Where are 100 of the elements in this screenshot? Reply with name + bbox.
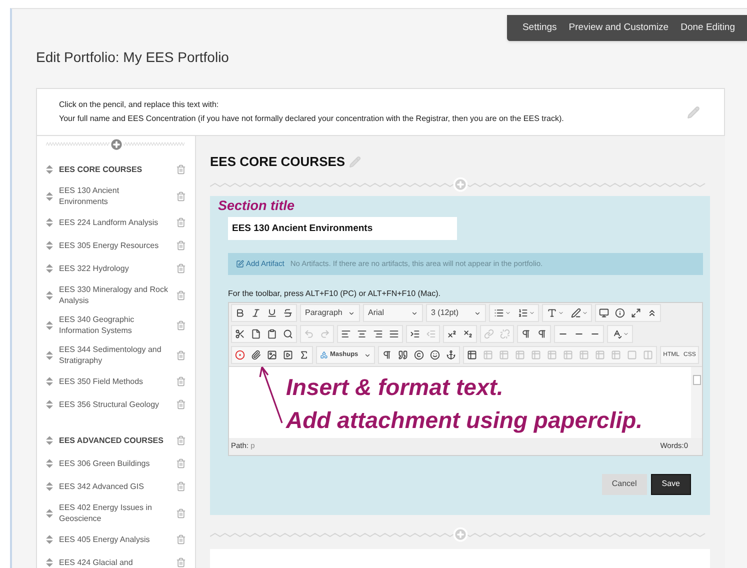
dropdown[interactable]: Arial [364, 305, 422, 321]
chevrons-up-icon [647, 308, 657, 318]
sort-handle-icon[interactable] [46, 165, 53, 174]
trash-icon[interactable] [176, 190, 186, 202]
indent-icon [410, 329, 420, 339]
sidebar-section[interactable]: EES CORE COURSES [59, 164, 170, 175]
sort-handle-icon[interactable] [46, 436, 53, 445]
dropdown[interactable]: 3 (12pt) [427, 305, 485, 321]
edit-icon [236, 260, 244, 268]
sidebar-item[interactable]: EES 330 Mineralogy and Rock Analysis [59, 284, 170, 306]
toolbar-link[interactable]: Done Editing [680, 20, 735, 36]
sort-handle-icon[interactable] [46, 350, 53, 360]
sidebar-item[interactable]: EES 405 Energy Analysis [59, 534, 170, 545]
toolbar-link[interactable]: Preview and Customize [568, 20, 669, 36]
info-icon [615, 308, 625, 318]
pen-icon [570, 308, 580, 318]
trash-icon[interactable] [176, 399, 186, 410]
dropdown[interactable]: Paragraph [301, 305, 359, 321]
sort-handle-icon[interactable] [46, 320, 53, 330]
spellcheck-icon [612, 329, 622, 339]
caret-icon [474, 310, 481, 316]
table-icon [547, 350, 558, 360]
plus-icon[interactable] [108, 136, 124, 152]
trash-icon[interactable] [176, 217, 186, 228]
trash-icon[interactable] [176, 481, 186, 492]
sort-handle-icon[interactable] [46, 400, 53, 409]
sidebar-item[interactable]: EES 224 Landform Analysis [59, 217, 170, 228]
caret-icon [364, 352, 372, 358]
table-icon [499, 350, 510, 360]
caret-icon [528, 310, 534, 316]
trash-icon[interactable] [176, 435, 186, 446]
image-icon [267, 350, 277, 360]
sort-handle-icon[interactable] [46, 459, 53, 468]
align-left-icon [341, 329, 351, 339]
page-title: Edit Portfolio: My EES Portfolio [36, 48, 230, 67]
align-justify-icon [389, 329, 399, 339]
align-center-icon [357, 329, 367, 339]
trash-icon[interactable] [176, 320, 186, 330]
scrollbar[interactable] [691, 366, 702, 438]
toolbar-link[interactable]: Settings [522, 20, 557, 36]
sidebar-item[interactable]: EES 402 Energy Issues in Geoscience [59, 502, 170, 524]
shapes-icon [320, 351, 328, 359]
unlink-icon [500, 329, 510, 339]
sidebar-item[interactable]: EES 356 Structural Geology [59, 399, 170, 410]
search-icon [283, 329, 293, 339]
trash-icon[interactable] [176, 263, 186, 274]
title-field[interactable]: EES 130 Ancient Environments [228, 216, 457, 240]
sidebar-item[interactable]: EES 344 Sedimentology and Stratigraphy [59, 344, 170, 366]
undo-icon [304, 329, 314, 339]
sort-handle-icon[interactable] [46, 241, 53, 250]
pilcrow-icon [537, 329, 547, 339]
sidebar-section[interactable]: EES ADVANCED COURSES [59, 435, 170, 446]
sidebar-item[interactable]: EES 342 Advanced GIS [59, 481, 170, 492]
annotation-text: Add attachment using paperclip. [286, 406, 644, 435]
sort-handle-icon[interactable] [46, 218, 53, 227]
intro-text: Click on the pencil, and replace this text with: [59, 99, 220, 111]
toolbar-hint: For the toolbar, press ALT+F10 (PC) or ALT+FN+F10 (Mac). [228, 288, 442, 300]
redo-icon [320, 329, 330, 339]
trash-icon[interactable] [176, 508, 186, 518]
caret-icon [582, 310, 588, 316]
table-icon [595, 350, 606, 360]
sidebar-item[interactable]: EES 305 Energy Resources [59, 240, 170, 251]
sort-handle-icon[interactable] [46, 535, 53, 544]
smiley-icon [430, 350, 440, 360]
trash-icon[interactable] [176, 350, 186, 360]
sidebar-item[interactable]: EES 130 Ancient Environments [59, 185, 170, 207]
sidebar-item[interactable]: EES 306 Green Buildings [59, 458, 170, 469]
caret-icon [504, 310, 510, 316]
sort-handle-icon[interactable] [46, 377, 53, 386]
sidebar-item[interactable]: EES 424 Glacial and [59, 557, 170, 568]
sort-handle-icon[interactable] [46, 264, 53, 273]
trash-icon[interactable] [176, 557, 186, 568]
sidebar-item[interactable]: EES 322 Hydrology [59, 263, 170, 274]
table-icon [579, 350, 590, 360]
numbered-list-icon [518, 308, 528, 318]
trash-icon[interactable] [176, 164, 186, 175]
sort-handle-icon[interactable] [46, 290, 53, 300]
outdent-icon [426, 329, 436, 339]
caret-icon [622, 331, 628, 337]
plus-icon[interactable] [452, 177, 468, 192]
save-button[interactable]: Save [650, 474, 691, 494]
pencil-icon[interactable] [687, 106, 700, 118]
sort-handle-icon[interactable] [46, 482, 53, 491]
monitor-icon [599, 308, 609, 318]
sort-handle-icon[interactable] [46, 558, 53, 567]
plus-icon[interactable] [452, 527, 468, 542]
caret-icon [411, 310, 418, 316]
text-color-icon [546, 308, 556, 318]
cancel-button[interactable]: Cancel [602, 474, 647, 494]
section-heading: EES CORE COURSES [210, 153, 346, 171]
trash-icon[interactable] [176, 290, 186, 300]
sidebar-item[interactable]: EES 350 Field Methods [59, 376, 170, 387]
trash-icon[interactable] [176, 458, 186, 469]
document-icon [251, 329, 261, 339]
sort-handle-icon[interactable] [46, 508, 53, 518]
trash-icon[interactable] [176, 240, 186, 251]
trash-icon[interactable] [176, 376, 186, 387]
sidebar-item[interactable]: EES 340 Geographic Information Systems [59, 314, 170, 336]
trash-icon[interactable] [176, 534, 186, 545]
sort-handle-icon[interactable] [46, 192, 53, 200]
